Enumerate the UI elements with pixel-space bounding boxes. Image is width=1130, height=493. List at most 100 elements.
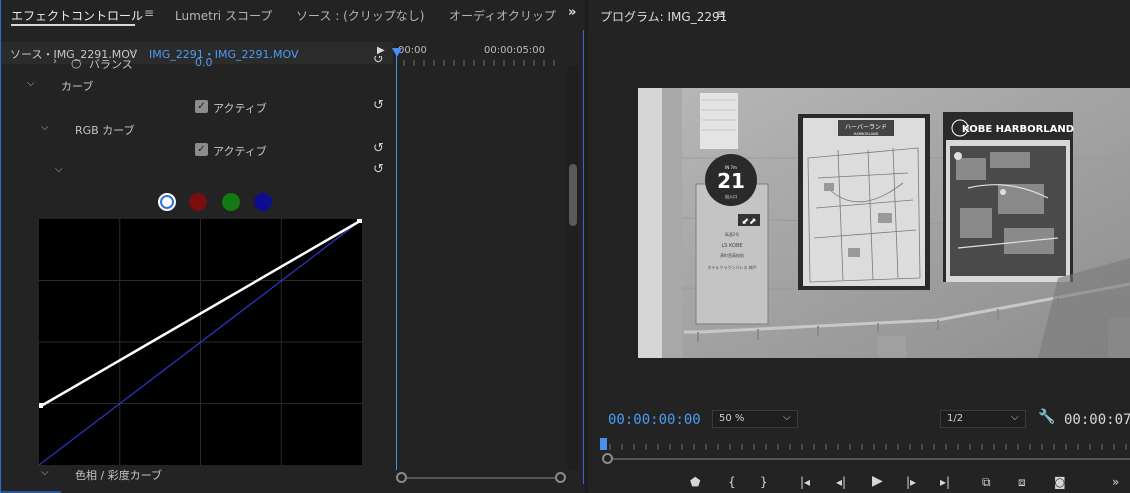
tab-lumetri-scopes[interactable]: Lumetri スコープ [175,7,272,24]
left-tab-bar: エフェクトコントロール ≡ Lumetri スコープ ソース : (クリップなし… [1,0,585,30]
balance-row: › ○ バランス 0.0 ↺ [1,56,393,72]
sign-small-top: IN 7m [725,165,737,170]
reset-icon[interactable]: ↺ [373,56,384,67]
guide-line1: 高速2号 [725,231,740,237]
balance-value[interactable]: 0.0 [195,56,213,69]
active-label: アクティブ [213,145,267,158]
active-checkbox[interactable]: ✓ [195,100,208,113]
extract-icon[interactable]: ⧈ [1018,475,1026,489]
white-channel-button[interactable] [158,193,176,211]
scroll-track [402,477,562,479]
effect-timeline[interactable]: 00:00 00:00:05:00 [394,42,566,493]
scroll-thumb[interactable] [569,164,577,226]
tab-audio-clip-mixer[interactable]: オーディオクリップ [449,7,556,24]
blue-channel-button[interactable] [254,193,272,211]
curve-point-right [357,218,362,223]
play-icon[interactable]: ▶ [872,474,883,488]
mark-out-icon[interactable]: } [760,475,768,489]
scroll-right-handle[interactable] [555,472,566,483]
rgb-active-row: ✓ アクティブ ↺ [1,139,393,161]
lift-icon[interactable]: ⧉ [982,475,991,489]
hue-sat-label: 色相 / 彩度カーブ [75,469,163,482]
vertical-scrollbar[interactable] [567,66,579,470]
tab-source-monitor[interactable]: ソース : (クリップなし) [296,7,424,24]
zoom-level-value: 50 % [719,413,745,424]
program-scroll-handle[interactable] [602,453,613,464]
transport-controls: ⬟ { } |◂ ◂| ▶ |▸ ▸| ⧉ ⧈ ◙ » [588,472,1130,493]
scroll-left-handle[interactable] [396,472,407,483]
program-monitor-panel: プログラム: IMG_2291 ≡ 21 IN 7m 出入口 ⬋⬈ 高速2号 L… [588,0,1130,493]
reset-icon[interactable]: ↺ [373,141,384,156]
resolution-value: 1/2 [947,413,964,424]
play-triangle-icon[interactable]: ▶ [377,45,385,56]
current-timecode[interactable]: 00:00:00:00 [608,412,701,428]
curves-row: ⌵ カーブ [1,74,393,96]
hue-sat-row: ⌵ 色相 / 彩度カーブ [1,465,393,483]
tab-overflow-icon[interactable]: » [568,5,576,20]
step-back-icon[interactable]: ◂| [836,475,846,489]
stopwatch-icon[interactable]: ○ [71,56,81,70]
timeline-start-tc: 00:00 [398,45,427,56]
export-frame-camera-icon[interactable]: ◙ [1054,475,1066,489]
timeline-zoom-scrollbar[interactable] [396,472,566,484]
duration-timecode: 00:00:07:3 [1064,412,1130,428]
program-playhead[interactable] [600,438,607,450]
playhead-handle[interactable] [392,48,402,57]
wrench-icon[interactable]: 🔧 [1038,409,1055,425]
timeline-end-tc: 00:00:05:00 [484,45,546,56]
red-channel-button[interactable] [189,193,207,211]
curve-point-left [38,403,43,408]
chevron-down-icon[interactable]: ⌵ [27,78,35,89]
curve-svg [38,218,362,466]
chevron-down-icon[interactable]: ⌵ [41,467,49,478]
green-channel-button[interactable] [222,193,240,211]
playback-resolution-select[interactable]: 1/2 ⌵ [940,410,1026,428]
chevron-down-icon: ⌵ [783,412,791,423]
step-forward-icon[interactable]: |▸ [906,475,916,489]
go-to-in-icon[interactable]: |◂ [800,475,810,489]
active-tab-underline [11,24,135,26]
active-checkbox[interactable]: ✓ [195,143,208,156]
tab-effect-controls[interactable]: エフェクトコントロール [11,7,143,24]
active-label: アクティブ [213,102,267,115]
program-scroll-track[interactable] [608,458,1130,460]
program-monitor-title[interactable]: プログラム: IMG_2291 [600,8,727,25]
reset-icon[interactable]: ↺ [373,162,384,177]
panel-menu-icon[interactable]: ≡ [144,6,154,20]
chevron-right-icon[interactable]: › [53,56,57,67]
panel-menu-icon[interactable]: ≡ [716,7,726,21]
program-video-frame[interactable]: 21 IN 7m 出入口 ⬋⬈ 高速2号 LS KOBE 湊町西高校前 ホテルク… [638,88,1130,358]
playhead-line[interactable] [396,50,397,470]
chevron-down-icon: ⌵ [1011,412,1019,423]
map-title: ハーバーランド [845,124,887,131]
go-to-out-icon[interactable]: ▸| [940,475,950,489]
overflow-icon[interactable]: » [1112,475,1119,489]
add-marker-icon[interactable]: ⬟ [690,475,700,489]
balance-label: バランス [89,58,133,71]
sign-small-bottom: 出入口 [725,193,737,199]
sign-number: 21 [717,169,745,193]
guide-line3: 湊町西高校前 [720,252,744,258]
mark-in-icon[interactable]: { [728,475,736,489]
curves-active-row: ✓ アクティブ ↺ [1,96,393,118]
rgb-curves-row: ⌵ RGB カーブ [1,118,393,140]
rgb-curves-label: RGB カーブ [75,124,135,137]
curves-label: カーブ [61,80,94,93]
svg-text:⬋⬈: ⬋⬈ [741,217,756,227]
kobe-title: KOBE HARBORLAND [962,124,1074,135]
curve-editor-row: ⌵ ↺ [1,160,393,182]
video-frame-image: 21 IN 7m 出入口 ⬋⬈ 高速2号 LS KOBE 湊町西高校前 ホテルク… [638,88,1130,358]
guide-line4: ホテルクラウンパレス 神戸 [707,264,756,270]
program-time-ruler[interactable] [602,440,1130,450]
effect-controls-panel: エフェクトコントロール ≡ Lumetri スコープ ソース : (クリップなし… [0,0,585,493]
chevron-down-icon[interactable]: ⌵ [55,164,63,175]
zoom-level-select[interactable]: 50 % ⌵ [712,410,798,428]
reset-icon[interactable]: ↺ [373,98,384,113]
chevron-down-icon[interactable]: ⌵ [129,45,137,56]
chevron-down-icon[interactable]: ⌵ [41,122,49,133]
guide-line2: LS KOBE [721,243,742,249]
timeline-ruler[interactable] [394,58,566,66]
map-subtitle: HARBORLAND [854,132,879,136]
blue-baseline-curve [38,220,361,466]
rgb-curve-graph[interactable] [38,218,362,466]
